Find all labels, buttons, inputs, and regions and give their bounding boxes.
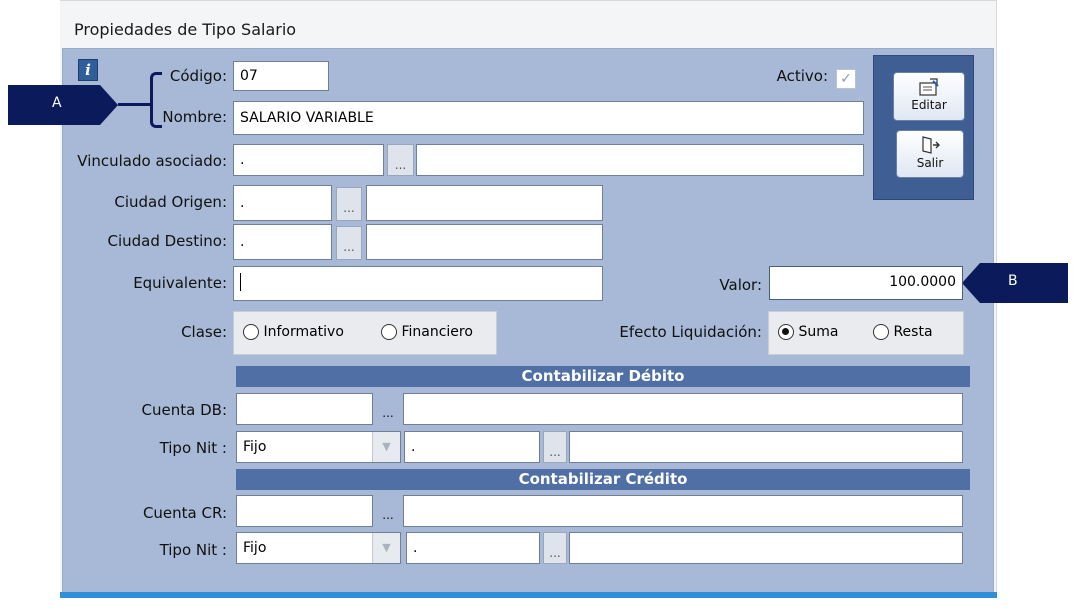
window-bottom-border [60, 592, 997, 598]
nit-cr-desc-field[interactable] [569, 532, 963, 564]
radio-suma-label: Suma [798, 324, 839, 340]
activo-checkbox[interactable]: ✓ [836, 69, 856, 89]
cuenta-db-desc-field[interactable] [403, 393, 963, 425]
salir-button[interactable]: Salir [896, 130, 964, 178]
tipo-nit-cr-select[interactable]: Fijo ▼ [236, 532, 401, 564]
chevron-down-icon[interactable]: ▼ [372, 432, 400, 462]
ciudad-destino-desc-field[interactable] [366, 224, 603, 260]
vinculado-desc-field[interactable] [416, 144, 864, 176]
nombre-label: Nombre: [162, 108, 227, 126]
activo-label: Activo: [776, 67, 828, 85]
callout-b-label: B [1008, 273, 1018, 289]
ciudad-destino-label: Ciudad Destino: [107, 232, 227, 250]
efecto-radio-group: Suma Resta [768, 311, 964, 355]
radio-resta[interactable] [873, 324, 889, 340]
valor-label: Valor: [719, 276, 762, 294]
editar-button[interactable]: Editar [893, 72, 965, 121]
nit-db-desc-field[interactable] [569, 431, 963, 463]
text-cursor [240, 273, 241, 291]
cuenta-cr-desc-field[interactable] [403, 495, 963, 527]
section-header-debito: Contabilizar Débito [236, 366, 970, 387]
ciudad-destino-code-field[interactable]: . [233, 224, 332, 260]
clase-label: Clase: [181, 323, 227, 341]
cuenta-db-label: Cuenta DB: [141, 401, 227, 419]
efecto-option-suma[interactable]: Suma [778, 324, 838, 340]
nit-cr-lookup-button[interactable]: ... [543, 532, 567, 564]
radio-suma[interactable] [778, 324, 794, 340]
valor-field[interactable]: 100.0000 [769, 266, 963, 300]
ciudad-origen-desc-field[interactable] [366, 185, 603, 221]
info-icon[interactable]: i [78, 59, 98, 81]
equivalente-label: Equivalente: [133, 274, 227, 292]
cuenta-db-lookup-button[interactable]: ... [376, 393, 400, 425]
edit-icon [919, 78, 939, 96]
tipo-nit-db-label: Tipo Nit : [159, 439, 227, 457]
chevron-down-icon[interactable]: ▼ [372, 533, 400, 563]
editar-label: Editar [911, 98, 947, 112]
radio-financiero[interactable] [381, 324, 397, 340]
clase-radio-group: Informativo Financiero [233, 311, 497, 355]
tipo-nit-cr-value: Fijo [243, 540, 267, 556]
radio-informativo[interactable] [243, 324, 259, 340]
ciudad-destino-lookup-button[interactable]: ... [336, 226, 362, 260]
radio-informativo-label: Informativo [263, 324, 344, 340]
efecto-option-resta[interactable]: Resta [873, 324, 933, 340]
clase-option-informativo[interactable]: Informativo [243, 324, 344, 340]
exit-door-icon [922, 136, 940, 154]
clase-option-financiero[interactable]: Financiero [381, 324, 473, 340]
tipo-nit-cr-label: Tipo Nit : [159, 541, 227, 559]
ciudad-origen-lookup-button[interactable]: ... [336, 187, 362, 221]
callout-b: B [962, 263, 1068, 303]
callout-a-label: A [52, 95, 62, 111]
nit-cr-code-field[interactable]: . [406, 532, 540, 564]
codigo-field[interactable]: 07 [233, 61, 329, 91]
nombre-field[interactable]: SALARIO VARIABLE [233, 101, 864, 135]
tipo-nit-db-value: Fijo [243, 439, 267, 455]
cuenta-db-code-field[interactable] [236, 393, 373, 425]
cuenta-cr-label: Cuenta CR: [142, 504, 227, 522]
vinculado-lookup-button[interactable]: ... [387, 144, 414, 176]
radio-financiero-label: Financiero [401, 324, 473, 340]
ciudad-origen-code-field[interactable]: . [233, 185, 332, 221]
cuenta-cr-code-field[interactable] [236, 495, 373, 527]
radio-resta-label: Resta [893, 324, 933, 340]
vinculado-label: Vinculado asociado: [77, 152, 227, 170]
codigo-label: Código: [169, 67, 227, 85]
section-header-credito: Contabilizar Crédito [236, 469, 970, 490]
efecto-label: Efecto Liquidación: [619, 323, 762, 341]
vinculado-code-field[interactable]: . [233, 144, 384, 176]
cuenta-cr-lookup-button[interactable]: ... [376, 495, 400, 527]
ciudad-origen-label: Ciudad Origen: [114, 193, 227, 211]
tipo-nit-db-select[interactable]: Fijo ▼ [236, 431, 401, 463]
nit-db-lookup-button[interactable]: ... [543, 431, 567, 463]
window-title: Propiedades de Tipo Salario [74, 20, 297, 39]
salir-label: Salir [916, 156, 944, 170]
equivalente-field[interactable] [233, 266, 603, 301]
callout-a-connector [118, 103, 152, 106]
nit-db-code-field[interactable]: . [404, 431, 540, 463]
